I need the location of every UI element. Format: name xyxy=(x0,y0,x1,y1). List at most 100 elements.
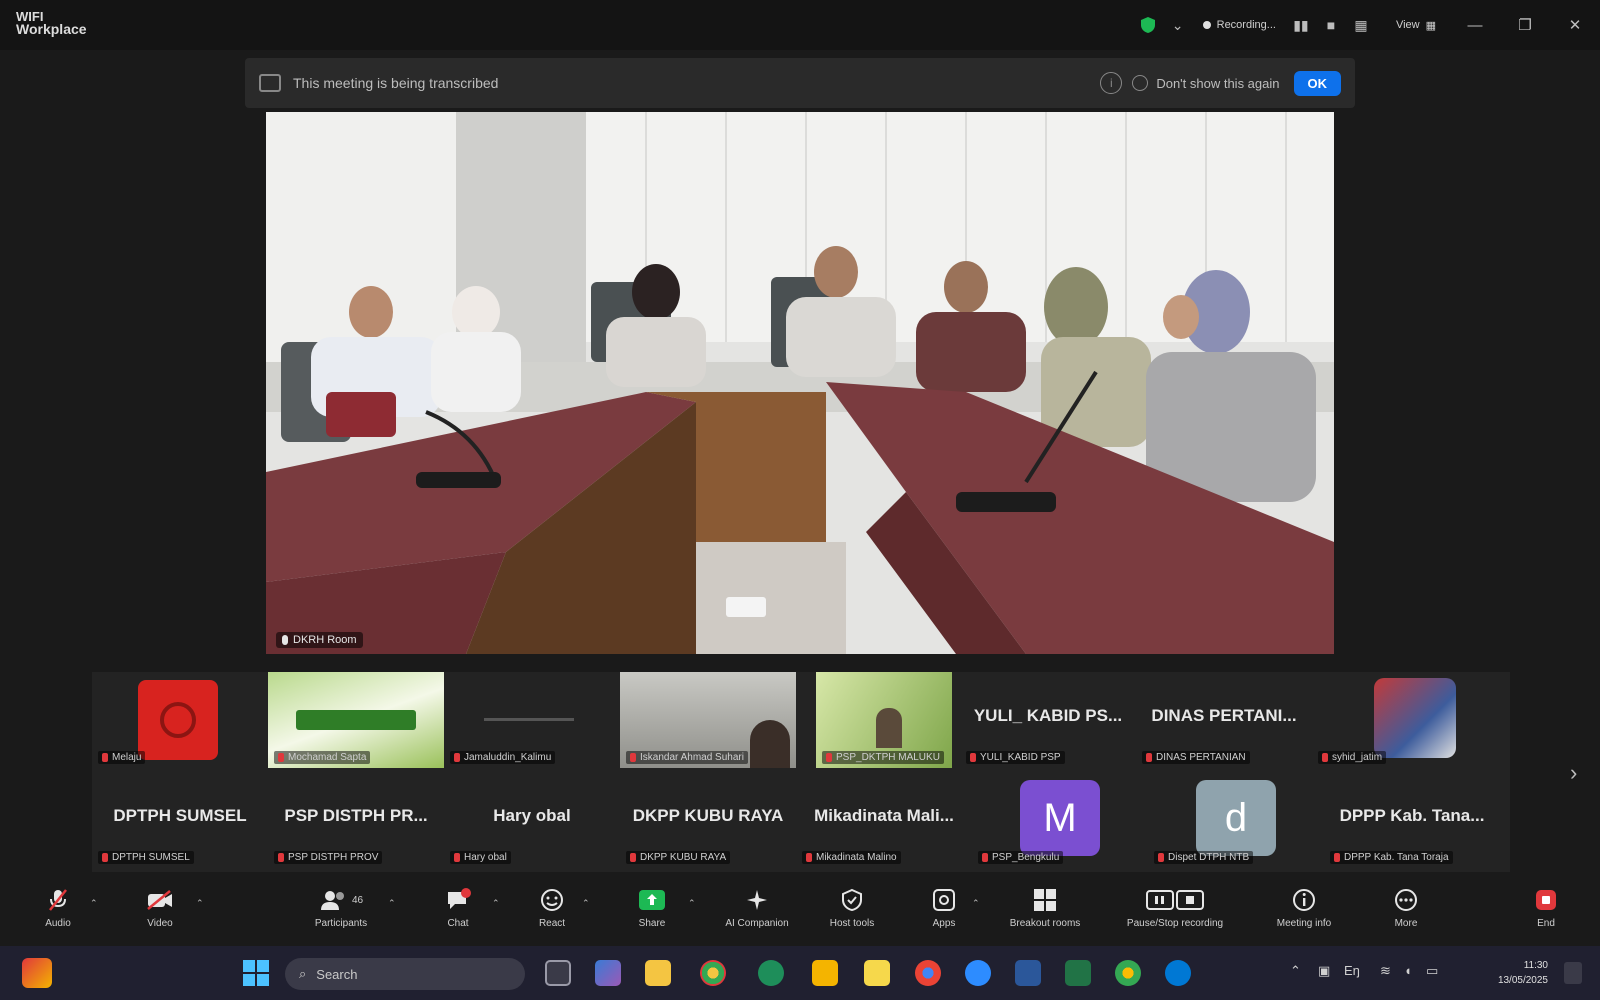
more-button[interactable]: More xyxy=(1366,886,1446,942)
ai-companion-button[interactable]: AI Companion xyxy=(712,886,802,942)
task-view-icon[interactable] xyxy=(545,960,571,986)
main-video[interactable]: DKRH Room xyxy=(266,112,1334,654)
muted-mic-icon xyxy=(1322,753,1328,762)
gallery-tile[interactable]: Iskandar Ahmad Suhari xyxy=(620,672,796,768)
battery-icon[interactable]: ▭ xyxy=(1426,963,1438,979)
dont-show-checkbox[interactable] xyxy=(1132,75,1149,91)
zoom-app-icon[interactable] xyxy=(965,960,991,986)
tile-name: Mochamad Sapta xyxy=(274,751,371,764)
recording-indicator[interactable]: Recording... xyxy=(1202,19,1276,31)
muted-mic-icon xyxy=(1146,753,1152,762)
gallery-tile[interactable]: Jamaluddin_Kalimu xyxy=(444,672,620,768)
audio-options-caret-icon[interactable]: ⌃ xyxy=(90,898,98,909)
word-icon[interactable] xyxy=(1015,960,1041,986)
tray-app-icon[interactable]: ▣ xyxy=(1318,963,1330,979)
react-options-caret-icon[interactable]: ⌃ xyxy=(582,898,590,909)
grid-icon[interactable]: ▦ xyxy=(1350,14,1372,36)
gallery-tile[interactable]: DPPP Kab. Tana... DPPP Kab. Tana Toraja xyxy=(1324,772,1500,868)
edge-icon[interactable] xyxy=(758,960,784,986)
gallery-tile[interactable]: M PSP_Bengkulu xyxy=(972,772,1148,868)
host-tools-button[interactable]: Host tools xyxy=(812,886,892,942)
copilot-icon[interactable] xyxy=(595,960,621,986)
windows-start-icon[interactable] xyxy=(242,959,270,987)
ok-button[interactable]: OK xyxy=(1293,70,1341,96)
notes-app-icon[interactable] xyxy=(812,960,838,986)
tile-name: Dispet DTPH NTB xyxy=(1154,851,1254,864)
info-icon[interactable]: i xyxy=(1100,72,1123,94)
react-button[interactable]: React xyxy=(512,886,592,942)
participants-options-caret-icon[interactable]: ⌃ xyxy=(388,898,396,909)
chrome-app-icon[interactable] xyxy=(1115,960,1141,986)
sticky-notes-icon[interactable] xyxy=(864,960,890,986)
taskbar-search[interactable]: ⌕ Search xyxy=(285,958,525,990)
breakout-rooms-grid-icon xyxy=(992,886,1098,914)
video-options-caret-icon[interactable]: ⌃ xyxy=(196,898,204,909)
share-screen-icon xyxy=(612,886,692,914)
host-tools-label: Host tools xyxy=(829,918,875,929)
maximize-button[interactable]: ❐ xyxy=(1500,0,1550,50)
chrome-icon[interactable] xyxy=(700,960,726,986)
chat-options-caret-icon[interactable]: ⌃ xyxy=(492,898,500,909)
meeting-toolbar: Audio ⌃ Video ⌃ 46 Participants ⌃ Chat ⌃… xyxy=(0,880,1600,946)
view-grid-icon: ▦ xyxy=(1425,19,1436,32)
share-button[interactable]: Share xyxy=(612,886,692,942)
tile-name: YULI_KABID PSP xyxy=(966,751,1065,764)
muted-mic-icon xyxy=(1334,853,1340,862)
gallery-tile[interactable]: Mochamad Sapta xyxy=(268,672,444,768)
gallery-tile[interactable]: Melaju xyxy=(92,672,268,768)
gallery-strip: Melaju Mochamad Sapta Jamaluddin_Kalimu … xyxy=(92,672,1510,872)
apps-button[interactable]: Apps xyxy=(904,886,984,942)
end-label: End xyxy=(1537,918,1555,929)
gallery-tile[interactable]: DKPP KUBU RAYA DKPP KUBU RAYA xyxy=(620,772,796,868)
participant-big-name: DPTPH SUMSEL xyxy=(113,806,247,825)
muted-mic-icon xyxy=(630,853,636,862)
app-title: WIFI Workplace xyxy=(16,10,87,36)
minimize-button[interactable]: — xyxy=(1450,0,1500,50)
video-button[interactable]: Video xyxy=(120,886,200,942)
participants-button[interactable]: 46 Participants xyxy=(296,886,386,942)
gallery-tile[interactable]: syhid_jatim xyxy=(1312,672,1488,768)
gallery-tile[interactable]: Hary obal Hary obal xyxy=(444,772,620,868)
pause-stop-recording-button[interactable]: Pause/Stop recording xyxy=(1110,886,1240,942)
wifi-icon[interactable]: ≋ xyxy=(1380,963,1391,979)
stop-icon[interactable]: ■ xyxy=(1320,14,1342,36)
taskbar-clock[interactable]: 11:30 13/05/2025 xyxy=(1498,958,1548,988)
apps-options-caret-icon[interactable]: ⌃ xyxy=(972,898,980,909)
gallery-tile[interactable]: DPTPH SUMSEL DPTPH SUMSEL xyxy=(92,772,268,868)
breakout-rooms-button[interactable]: Breakout rooms xyxy=(992,886,1098,942)
transcription-banner: This meeting is being transcribed i Don'… xyxy=(245,58,1355,108)
speaker-icon[interactable]: ◖ xyxy=(1404,963,1412,978)
meeting-info-button[interactable]: Meeting info xyxy=(1262,886,1346,942)
gallery-tile[interactable]: d Dispet DTPH NTB xyxy=(1148,772,1324,868)
tray-chevron-icon[interactable]: ⌃ xyxy=(1290,963,1301,979)
weather-widget-icon[interactable] xyxy=(22,958,52,988)
gallery-tile[interactable]: DINAS PERTANI... DINAS PERTANIAN xyxy=(1136,672,1312,768)
excel-icon[interactable] xyxy=(1065,960,1091,986)
notification-bell-icon[interactable] xyxy=(1564,962,1582,984)
app-title-line2: Workplace xyxy=(16,21,87,37)
security-shield-icon[interactable] xyxy=(1137,14,1159,36)
view-button[interactable]: View ▦ xyxy=(1396,19,1436,32)
share-options-caret-icon[interactable]: ⌃ xyxy=(688,898,696,909)
ai-companion-sparkle-icon xyxy=(712,886,802,914)
close-button[interactable]: ✕ xyxy=(1550,0,1600,50)
gallery-next-button[interactable]: › xyxy=(1570,760,1577,786)
gallery-tile[interactable]: YULI_ KABID PS... YULI_KABID PSP xyxy=(960,672,1136,768)
gallery-tile[interactable]: PSP DISTPH PR... PSP DISTPH PROV xyxy=(268,772,444,868)
audio-button[interactable]: Audio xyxy=(18,886,98,942)
muted-mic-icon xyxy=(970,753,976,762)
browser-icon[interactable] xyxy=(1165,960,1191,986)
gallery-tile[interactable]: PSP_DKTPH MALUKU xyxy=(816,672,952,768)
dont-show-label[interactable]: Don't show this again xyxy=(1156,76,1279,91)
chrome-profile-icon[interactable] xyxy=(915,960,941,986)
language-icon[interactable]: Eŋ xyxy=(1344,963,1360,978)
gallery-tile[interactable]: Mikadinata Mali... Mikadinata Malino xyxy=(796,772,972,868)
tile-name: PSP_Bengkulu xyxy=(978,851,1064,864)
pause-icon[interactable]: ▮▮ xyxy=(1290,14,1312,36)
ai-companion-label: AI Companion xyxy=(725,918,789,929)
chevron-down-icon[interactable]: ⌄ xyxy=(1167,14,1189,36)
end-button[interactable]: End xyxy=(1506,886,1586,942)
chat-button[interactable]: Chat xyxy=(418,886,498,942)
more-label: More xyxy=(1394,918,1418,929)
file-explorer-icon[interactable] xyxy=(645,960,671,986)
